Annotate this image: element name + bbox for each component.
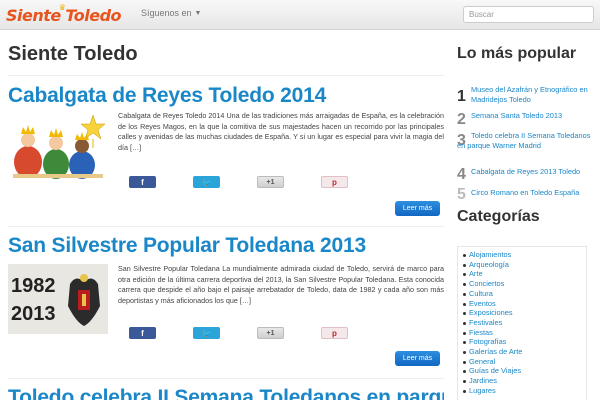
popular-link[interactable]: Museo del Azafrán y Etnográfico en Madri… [471,85,593,105]
category-link[interactable]: General [461,357,586,367]
popular-rank: 2 [457,111,466,128]
twitter-icon: 🐦 [201,328,212,338]
gplus-share-button[interactable]: +1 [257,176,284,188]
category-link[interactable]: Arte [461,269,586,279]
post-excerpt: San Silvestre Popular Toledana La mundia… [118,264,444,305]
facebook-share-button[interactable]: f [129,176,156,188]
popular-rank: 4 [457,166,466,183]
post-card: San Silvestre Popular Toledana 2013 1982… [8,234,444,384]
post-card: Toledo celebra II Semana Toledanos en pa… [8,386,444,400]
post-title-link[interactable]: San Silvestre Popular Toledana 2013 [8,234,444,258]
popular-item: 2 Semana Santa Toledo 2013 [457,109,597,129]
popular-item: 1 Museo del Azafrán y Etnográfico en Mad… [457,84,597,108]
categories-heading: Categorías [457,208,540,225]
popular-link[interactable]: Cabalgata de Reyes 2013 Toledo [471,167,599,177]
twitter-share-button[interactable]: 🐦 [193,327,220,339]
logo-text-toledo: Toledo [65,5,122,25]
popular-heading: Lo más popular [457,45,577,62]
gplus-icon: +1 [266,329,275,337]
post-thumbnail-san-silvestre[interactable]: 1982 2013 [8,264,108,334]
post-card: Cabalgata de Reyes Toledo 2014 Cabalgata… [8,84,444,234]
twitter-icon: 🐦 [201,177,212,187]
page-title: Siente Toledo [8,43,138,65]
post-excerpt: Cabalgata de Reyes Toledo 2014 Una de la… [118,111,444,152]
popular-item: 3 Toledo celebra II Semana Toledanos en … [457,128,597,162]
read-more-button[interactable]: Leer más [395,351,440,366]
category-link[interactable]: Festivales [461,318,586,328]
top-navbar: Siente ♛ Toledo Síguenos en ▼ [0,0,600,30]
categories-list: Alojamientos Arqueología Arte Conciertos… [457,246,587,400]
divider [8,378,444,379]
category-link[interactable]: Exposiciones [461,308,586,318]
popular-item: 4 Cabalgata de Reyes 2013 Toledo [457,164,597,184]
post-thumbnail-three-kings[interactable] [8,110,108,180]
category-link[interactable]: Jardines [461,376,586,386]
read-more-button[interactable]: Leer más [395,201,440,216]
share-bar: f 🐦 +1 p [8,327,444,341]
gplus-icon: +1 [266,178,275,186]
category-link[interactable]: Lugares [461,386,586,396]
crown-icon: ♛ [58,2,66,12]
post-title-link[interactable]: Toledo celebra II Semana Toledanos en pa… [8,386,444,400]
category-link[interactable]: Fiestas [461,328,586,338]
popular-link[interactable]: Toledo celebra II Semana Toledanos en pa… [457,131,593,151]
pinterest-icon: p [332,328,337,338]
popular-link[interactable]: Semana Santa Toledo 2013 [471,111,593,121]
share-bar: f 🐦 +1 p [8,176,444,190]
search-input[interactable] [463,6,594,23]
pinterest-icon: p [332,177,337,187]
category-link[interactable]: Alojamientos [461,250,586,260]
post-title-link[interactable]: Cabalgata de Reyes Toledo 2014 [8,84,444,108]
category-link[interactable]: Fotografías [461,337,586,347]
category-link[interactable]: Arqueología [461,260,586,270]
divider [8,226,444,227]
category-link[interactable]: Eventos [461,299,586,309]
divider [8,75,444,76]
category-link[interactable]: Galerías de Arte [461,347,586,357]
popular-rank: 5 [457,186,466,203]
popular-rank: 1 [457,88,466,105]
category-link[interactable]: Conciertos [461,279,586,289]
category-link[interactable]: Cultura [461,289,586,299]
gplus-share-button[interactable]: +1 [257,327,284,339]
popular-link[interactable]: Circo Romano en Toledo España [471,188,599,198]
twitter-share-button[interactable]: 🐦 [193,176,220,188]
pinterest-share-button[interactable]: p [321,327,348,339]
thumb-year-1982: 1982 [11,275,56,297]
follow-us-dropdown[interactable]: Síguenos en ▼ [141,8,201,18]
pinterest-share-button[interactable]: p [321,176,348,188]
site-logo[interactable]: Siente ♛ Toledo [6,2,122,27]
popular-item: 5 Circo Romano en Toledo España [457,184,597,204]
logo-text-siente: Siente [6,5,61,25]
facebook-icon: f [141,328,144,338]
follow-us-label: Síguenos en [141,8,192,18]
facebook-icon: f [141,177,144,187]
facebook-share-button[interactable]: f [129,327,156,339]
category-link[interactable]: Guías de Viajes [461,366,586,376]
caret-down-icon: ▼ [194,10,202,17]
thumb-year-2013: 2013 [11,303,56,325]
